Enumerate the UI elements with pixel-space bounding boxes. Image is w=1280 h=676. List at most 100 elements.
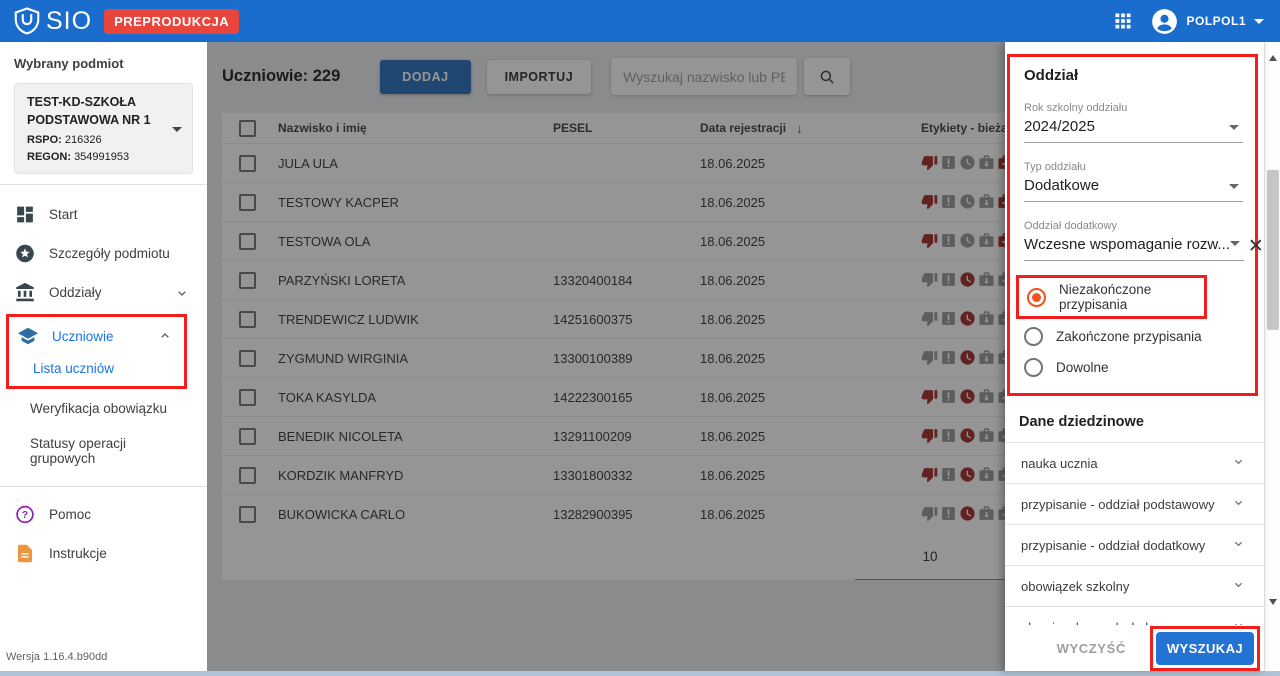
chevron-down-icon — [171, 285, 193, 301]
sidebar-item-uczniowie[interactable]: Uczniowie — [9, 317, 184, 353]
column-date[interactable]: Data rejestracji — [700, 121, 786, 135]
row-checkbox[interactable] — [239, 155, 256, 172]
table-row[interactable]: TOKA KASYLDA1422230016518.06.2025 — [222, 377, 1005, 416]
sidebar-item-szczegoly-podmiotu[interactable]: Szczegóły podmiotu — [0, 234, 207, 273]
row-checkbox[interactable] — [239, 428, 256, 445]
entity-selector[interactable]: TEST-KD-SZKOŁA PODSTAWOWA NR 1 RSPO: 216… — [14, 83, 193, 174]
table-row[interactable]: JULA ULA18.06.2025 — [222, 143, 1005, 182]
unit-type-select[interactable]: Typ oddziału Dodatkowe — [1024, 161, 1243, 202]
registration-date: 18.06.2025 — [700, 429, 805, 444]
sidebar-item-oddzialy[interactable]: Oddziały — [0, 273, 207, 312]
students-table: Nazwisko i imię PESEL Data rejestracji ↓… — [222, 113, 1005, 580]
registration-date: 18.06.2025 — [700, 312, 805, 327]
dashboard-icon — [14, 204, 36, 225]
sidebar-item-weryfikacja-obowiazku[interactable]: Weryfikacja obowiązku — [0, 391, 207, 426]
rows-per-page-select[interactable]: 10 — [855, 549, 1005, 580]
row-checkbox[interactable] — [239, 389, 256, 406]
exclamation-icon — [940, 271, 958, 289]
exclamation-icon — [940, 349, 958, 367]
row-checkbox[interactable] — [239, 233, 256, 250]
row-checkbox[interactable] — [239, 272, 256, 289]
scroll-down-button[interactable] — [1265, 594, 1280, 610]
briefcase-plus-icon — [997, 193, 1005, 211]
clock-icon — [959, 349, 977, 367]
filter-annotation-box: Oddział Rok szkolny oddziału 2024/2025 T… — [1007, 54, 1258, 396]
row-checkbox[interactable] — [239, 467, 256, 484]
radio-selected-icon[interactable] — [1027, 288, 1046, 307]
table-row[interactable]: TESTOWA OLA18.06.2025 — [222, 221, 1005, 260]
briefcase-plus-icon — [997, 427, 1005, 445]
row-checkbox[interactable] — [239, 350, 256, 367]
radio-option[interactable]: Zakończone przypisania — [1010, 321, 1255, 352]
exclamation-icon — [940, 388, 958, 406]
briefcase-plus-icon — [997, 349, 1005, 367]
clock-icon — [959, 388, 977, 406]
sort-arrow-icon[interactable]: ↓ — [796, 121, 803, 136]
table-row[interactable]: TESTOWY KACPER18.06.2025 — [222, 182, 1005, 221]
filter-section-title: Oddział — [1010, 65, 1255, 84]
sidebar-item-instrukcje[interactable]: Instrukcje — [0, 534, 207, 573]
student-pesel: 13320400184 — [553, 273, 700, 288]
column-pesel[interactable]: PESEL — [553, 121, 700, 135]
table-row[interactable]: BUKOWICKA CARLO1328290039518.06.2025 — [222, 494, 1005, 533]
chevron-down-icon — [1231, 577, 1246, 595]
registration-date: 18.06.2025 — [700, 468, 805, 483]
topbar: SIO PREPRODUKCJA POLPOL1 — [0, 0, 1280, 42]
briefcase-plus-icon — [997, 271, 1005, 289]
school-year-select[interactable]: Rok szkolny oddziału 2024/2025 — [1024, 102, 1243, 143]
scroll-up-button[interactable] — [1265, 50, 1280, 66]
row-checkbox[interactable] — [239, 194, 256, 211]
sidebar-item-start[interactable]: Start — [0, 195, 207, 234]
clear-button[interactable]: WYCZYŚĆ — [1057, 641, 1126, 656]
row-checkbox[interactable] — [239, 506, 256, 523]
additional-unit-select[interactable]: Oddział dodatkowy Wczesne wspomaganie ro… — [1024, 220, 1244, 261]
apps-grid-icon[interactable] — [1113, 11, 1133, 31]
accordion-obowi-zek-przedszkolny[interactable]: obowiązek przedszkolny — [1005, 606, 1264, 625]
student-name: TESTOWA OLA — [278, 234, 553, 249]
radio-option[interactable]: Niezakończone przypisania — [1016, 275, 1207, 319]
briefcase-plus-icon — [997, 505, 1005, 523]
thumb-down-icon — [921, 271, 939, 289]
sio-logo[interactable]: SIO — [12, 6, 92, 36]
radio-unselected-icon[interactable] — [1024, 358, 1043, 377]
accordion-przypisanie-oddzia-podstawowy[interactable]: przypisanie - oddział podstawowy — [1005, 483, 1264, 524]
radio-unselected-icon[interactable] — [1024, 327, 1043, 346]
scrollbar-thumb[interactable] — [1267, 170, 1279, 330]
sidebar-item-pomoc[interactable]: ? Pomoc — [0, 495, 207, 534]
radio-option[interactable]: Dowolne — [1010, 352, 1255, 383]
registration-date: 18.06.2025 — [700, 273, 805, 288]
add-button[interactable]: DODAJ — [380, 60, 470, 94]
table-row[interactable]: KORDZIK MANFRYD1330180033218.06.2025 — [222, 455, 1005, 494]
briefcase-download-icon — [978, 232, 996, 250]
clock-icon — [959, 505, 977, 523]
search-button[interactable] — [804, 58, 850, 95]
star-circle-icon — [14, 243, 36, 264]
thumb-down-icon — [921, 154, 939, 172]
accordion-nauka-ucznia[interactable]: nauka ucznia — [1005, 442, 1264, 483]
sidebar-item-lista-uczniow[interactable]: Lista uczniów — [9, 353, 184, 386]
wyszukaj-button[interactable]: WYSZUKAJ — [1156, 632, 1254, 665]
briefcase-download-icon — [978, 271, 996, 289]
chevron-down-icon — [1231, 536, 1246, 554]
table-row[interactable]: PARZYŃSKI LORETA1332040018418.06.2025 — [222, 260, 1005, 299]
student-name: BUKOWICKA CARLO — [278, 507, 553, 522]
graduation-cap-icon — [17, 325, 39, 347]
accordion-obowi-zek-szkolny[interactable]: obowiązek szkolny — [1005, 565, 1264, 606]
table-row[interactable]: ZYGMUND WIRGINIA1330010038918.06.2025 — [222, 338, 1005, 377]
chevron-down-icon — [1231, 618, 1246, 625]
clock-icon — [959, 427, 977, 445]
avatar — [1151, 8, 1178, 35]
user-menu[interactable]: POLPOL1 — [1151, 8, 1264, 35]
row-checkbox[interactable] — [239, 311, 256, 328]
sidebar-item-statusy-operacji[interactable]: Statusy operacji grupowych — [0, 426, 207, 476]
accordion-przypisanie-oddzia-dodatkowy[interactable]: przypisanie - oddział dodatkowy — [1005, 524, 1264, 565]
briefcase-download-icon — [978, 310, 996, 328]
import-button[interactable]: IMPORTUJ — [487, 60, 592, 94]
column-name[interactable]: Nazwisko i imię — [278, 121, 553, 135]
select-all-checkbox[interactable] — [239, 120, 256, 137]
search-input[interactable] — [611, 58, 797, 95]
panel-scrollbar[interactable] — [1264, 42, 1280, 671]
table-row[interactable]: BENEDIK NICOLETA1329110020918.06.2025 — [222, 416, 1005, 455]
table-row[interactable]: TRENDEWICZ LUDWIK1425160037518.06.2025 — [222, 299, 1005, 338]
clear-field-icon[interactable]: ✕ — [1248, 237, 1264, 261]
